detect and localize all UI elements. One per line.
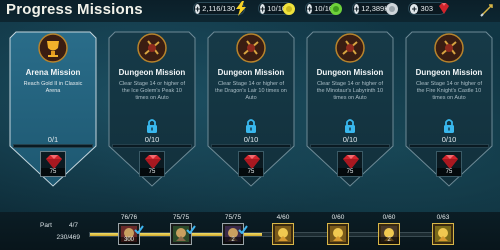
dungeon-icon <box>236 33 266 63</box>
mission-title: Dungeon Mission <box>316 68 384 77</box>
close-icon[interactable] <box>478 1 496 19</box>
add-energy-button[interactable]: + <box>195 3 201 14</box>
reward-count: 75 <box>140 168 164 176</box>
lock-icon <box>147 119 157 133</box>
mission-progress-bar <box>211 144 291 148</box>
milestone-count: 300 <box>119 237 139 244</box>
part-points: 230/469 <box>56 234 81 241</box>
milestone-progress: 75/75 <box>224 214 242 221</box>
milestone-reward[interactable]: 2 <box>378 223 400 245</box>
mission-card[interactable]: Dungeon Mission Clear Stage 14 or higher… <box>206 30 296 188</box>
mission-title: Dungeon Mission <box>415 68 483 77</box>
reward-slot[interactable]: 75 <box>238 151 264 177</box>
gem-counter[interactable]: + 303 <box>408 2 449 15</box>
add-gem-button[interactable]: + <box>410 3 419 14</box>
add-tag-token-button[interactable]: + <box>307 3 313 14</box>
part-label: Part <box>40 222 52 229</box>
reward-slot[interactable]: 75 <box>436 151 462 177</box>
dungeon-icon <box>335 33 365 63</box>
mission-description: Clear Stage 14 or higher of the Ice Gole… <box>118 81 186 101</box>
mission-title: Arena Mission <box>25 68 81 77</box>
milestone-reward[interactable]: 2 <box>222 223 248 245</box>
reward-slot[interactable]: 75 <box>337 151 363 177</box>
mission-description: Clear Stage 14 or higher of the Dragon's… <box>215 81 287 101</box>
reward-slot[interactable]: 75 <box>139 151 165 177</box>
mission-progress-bar <box>13 144 93 148</box>
mission-progress-bar <box>112 144 192 148</box>
lock-icon <box>345 119 355 133</box>
lightning-icon <box>236 1 246 16</box>
page-title: Progress Missions <box>6 1 143 18</box>
mission-progress-bar <box>409 144 489 148</box>
champion-card-icon <box>435 226 451 242</box>
checkmark-icon <box>186 225 196 234</box>
mission-card[interactable]: Dungeon Mission Clear Stage 14 or higher… <box>404 30 494 188</box>
milestone-progress: 76/76 <box>120 214 138 221</box>
milestone-reward[interactable] <box>272 223 294 245</box>
mission-card[interactable]: Arena Mission Reach Gold II in Classic A… <box>8 30 98 188</box>
add-silver-button[interactable]: + <box>354 3 360 14</box>
reward-count: 75 <box>437 168 461 176</box>
part-count: 4/7 <box>69 222 79 229</box>
mission-title: Dungeon Mission <box>217 68 285 77</box>
reward-count: 75 <box>338 168 362 176</box>
milestone-reward[interactable]: 300 <box>118 223 144 245</box>
milestone-reward[interactable] <box>432 223 454 245</box>
milestone-progress: 0/60 <box>331 214 345 221</box>
reward-slot[interactable]: 75 <box>40 151 66 177</box>
mission-description: Clear Stage 14 or higher of the Fire Kni… <box>415 81 483 101</box>
milestone-reward[interactable] <box>327 223 349 245</box>
arena-token-icon <box>283 3 295 15</box>
trophy-icon <box>38 33 68 63</box>
checkmark-icon <box>238 225 248 234</box>
milestone-count: 2 <box>223 237 243 244</box>
energy-counter[interactable]: + 2,116/130 <box>193 1 246 16</box>
mission-progress-text: 0/10 <box>144 135 160 144</box>
mission-progress-bar <box>310 144 390 148</box>
milestone-count: 2 <box>379 237 399 244</box>
mission-progress-text: 0/10 <box>441 135 457 144</box>
silver-icon <box>386 3 398 15</box>
mission-progress-text: 0/1 <box>47 135 59 144</box>
mission-title: Dungeon Mission <box>118 68 186 77</box>
part-progress-panel <box>0 212 500 250</box>
ruby-icon <box>439 3 449 14</box>
reward-count: 75 <box>41 168 65 176</box>
add-arena-token-button[interactable]: + <box>260 3 266 14</box>
milestone-reward[interactable] <box>170 223 196 245</box>
milestone-progress: 4/60 <box>276 214 290 221</box>
dungeon-icon <box>137 33 167 63</box>
mission-card[interactable]: Dungeon Mission Clear Stage 14 or higher… <box>107 30 197 188</box>
lock-icon <box>444 119 454 133</box>
arena-token-counter[interactable]: + 10/10 <box>258 2 295 15</box>
milestone-progress: 0/63 <box>436 214 450 221</box>
mission-progress-text: 0/10 <box>342 135 358 144</box>
milestone-progress: 75/75 <box>172 214 190 221</box>
silver-counter[interactable]: + 12,389K <box>352 2 398 15</box>
tag-arena-token-counter[interactable]: + 10/10 <box>305 2 342 15</box>
milestone-progress: 0/60 <box>382 214 396 221</box>
reward-count: 75 <box>239 168 263 176</box>
mission-description: Reach Gold II in Classic Arena <box>23 81 83 94</box>
checkmark-icon <box>134 225 144 234</box>
mission-progress-text: 0/10 <box>243 135 259 144</box>
tag-token-icon <box>330 3 342 15</box>
dungeon-icon <box>434 33 464 63</box>
champion-icon <box>330 226 346 242</box>
top-bar: Progress Missions + 2,116/130 + 10/10 + … <box>0 0 500 22</box>
champion-shard-icon <box>275 226 291 242</box>
mission-description: Clear Stage 14 or higher of the Minotaur… <box>316 81 384 101</box>
mission-card[interactable]: Dungeon Mission Clear Stage 14 or higher… <box>305 30 395 188</box>
lock-icon <box>246 119 256 133</box>
